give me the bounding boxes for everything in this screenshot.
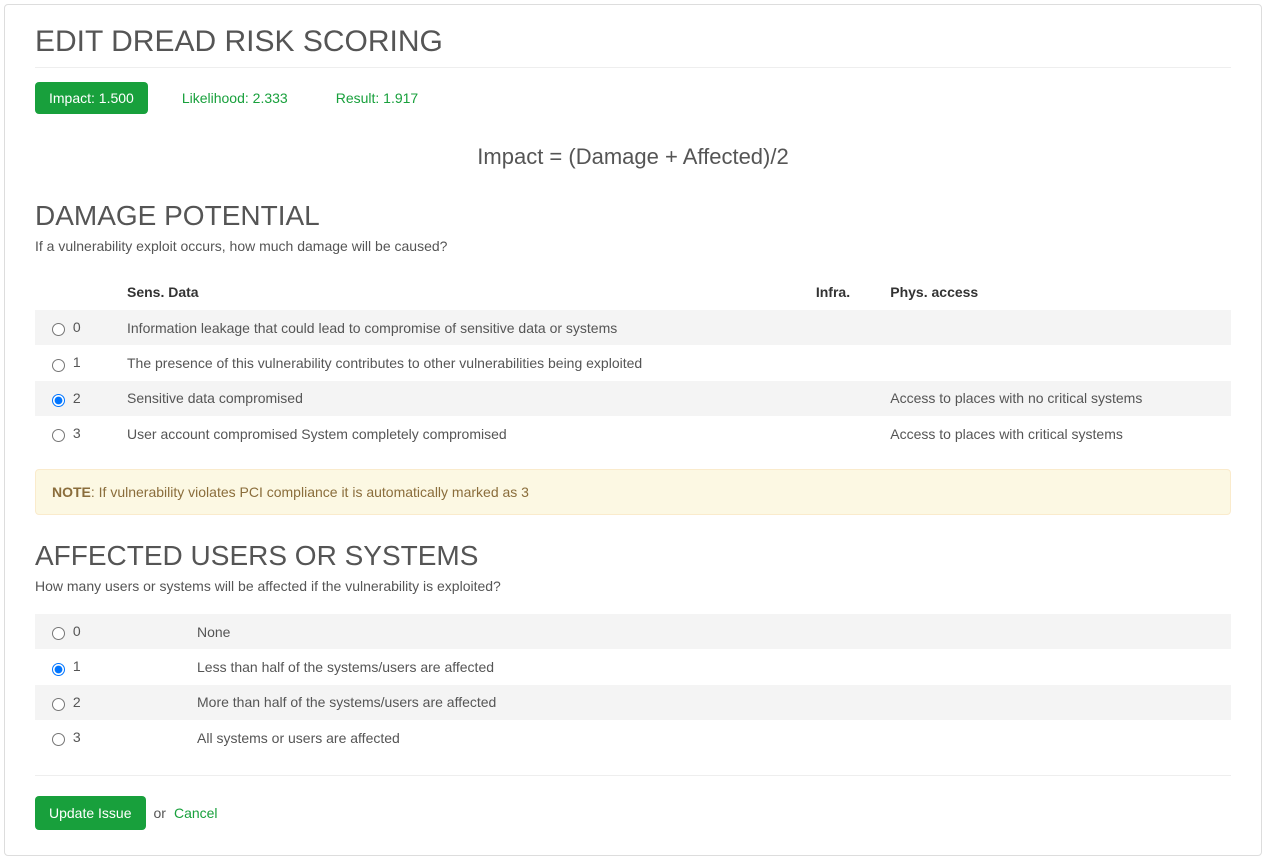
damage-radio-2[interactable] xyxy=(52,394,65,407)
damage-infra xyxy=(804,310,878,345)
damage-infra xyxy=(804,381,878,416)
damage-value: 1 xyxy=(73,354,81,370)
formula-text: Impact = (Damage + Affected)/2 xyxy=(35,144,1231,170)
affected-radio-0[interactable] xyxy=(52,627,65,640)
affected-value: 0 xyxy=(73,623,81,639)
affected-radio-2[interactable] xyxy=(52,698,65,711)
damage-radio-0[interactable] xyxy=(52,323,65,336)
affected-table: 0 None 1 Less than half of the systems/u… xyxy=(35,614,1231,755)
affected-radio-1[interactable] xyxy=(52,663,65,676)
damage-phys xyxy=(878,310,1231,345)
damage-infra xyxy=(804,345,878,380)
damage-header-phys: Phys. access xyxy=(878,274,1231,310)
tab-likelihood[interactable]: Likelihood: 2.333 xyxy=(168,82,302,114)
tab-impact[interactable]: Impact: 1.500 xyxy=(35,82,148,114)
affected-value: 3 xyxy=(73,729,81,745)
score-tabs: Impact: 1.500 Likelihood: 2.333 Result: … xyxy=(35,82,1231,114)
affected-text: None xyxy=(185,614,1231,649)
tab-result[interactable]: Result: 1.917 xyxy=(322,82,433,114)
damage-phys: Access to places with no critical system… xyxy=(878,381,1231,416)
damage-sens: Information leakage that could lead to c… xyxy=(115,310,804,345)
damage-value: 3 xyxy=(73,425,81,441)
damage-title: Damage Potential xyxy=(35,200,1231,232)
damage-infra xyxy=(804,416,878,451)
update-issue-button[interactable]: Update Issue xyxy=(35,796,146,830)
affected-desc: How many users or systems will be affect… xyxy=(35,578,1231,594)
affected-title: Affected Users or Systems xyxy=(35,540,1231,572)
damage-row: 3 User account compromised System comple… xyxy=(35,416,1231,451)
damage-header-infra: Infra. xyxy=(804,274,878,310)
damage-table: Sens. Data Infra. Phys. access 0 Informa… xyxy=(35,274,1231,451)
damage-radio-1[interactable] xyxy=(52,359,65,372)
affected-row: 2 More than half of the systems/users ar… xyxy=(35,685,1231,720)
damage-phys: Access to places with critical systems xyxy=(878,416,1231,451)
affected-value: 2 xyxy=(73,694,81,710)
affected-row: 1 Less than half of the systems/users ar… xyxy=(35,649,1231,684)
damage-row: 0 Information leakage that could lead to… xyxy=(35,310,1231,345)
damage-sens: User account compromised System complete… xyxy=(115,416,804,451)
damage-radio-3[interactable] xyxy=(52,429,65,442)
note-text: : If vulnerability violates PCI complian… xyxy=(91,484,529,500)
panel: Edit DREAD Risk Scoring Impact: 1.500 Li… xyxy=(4,4,1262,856)
damage-row: 1 The presence of this vulnerability con… xyxy=(35,345,1231,380)
damage-phys xyxy=(878,345,1231,380)
damage-header-sens: Sens. Data xyxy=(115,274,804,310)
note-label: NOTE xyxy=(52,484,91,500)
separator xyxy=(35,775,1231,776)
damage-note: NOTE: If vulnerability violates PCI comp… xyxy=(35,469,1231,515)
cancel-link[interactable]: Cancel xyxy=(174,805,218,821)
affected-text: All systems or users are affected xyxy=(185,720,1231,755)
affected-radio-3[interactable] xyxy=(52,733,65,746)
or-text: or xyxy=(154,805,166,821)
damage-value: 0 xyxy=(73,319,81,335)
damage-row: 2 Sensitive data compromised Access to p… xyxy=(35,381,1231,416)
damage-desc: If a vulnerability exploit occurs, how m… xyxy=(35,238,1231,254)
affected-value: 1 xyxy=(73,658,81,674)
damage-value: 2 xyxy=(73,390,81,406)
form-actions: Update Issue or Cancel xyxy=(35,796,1231,830)
damage-sens: The presence of this vulnerability contr… xyxy=(115,345,804,380)
affected-row: 0 None xyxy=(35,614,1231,649)
affected-row: 3 All systems or users are affected xyxy=(35,720,1231,755)
affected-text: Less than half of the systems/users are … xyxy=(185,649,1231,684)
affected-text: More than half of the systems/users are … xyxy=(185,685,1231,720)
page-title: Edit DREAD Risk Scoring xyxy=(35,25,1231,68)
damage-sens: Sensitive data compromised xyxy=(115,381,804,416)
